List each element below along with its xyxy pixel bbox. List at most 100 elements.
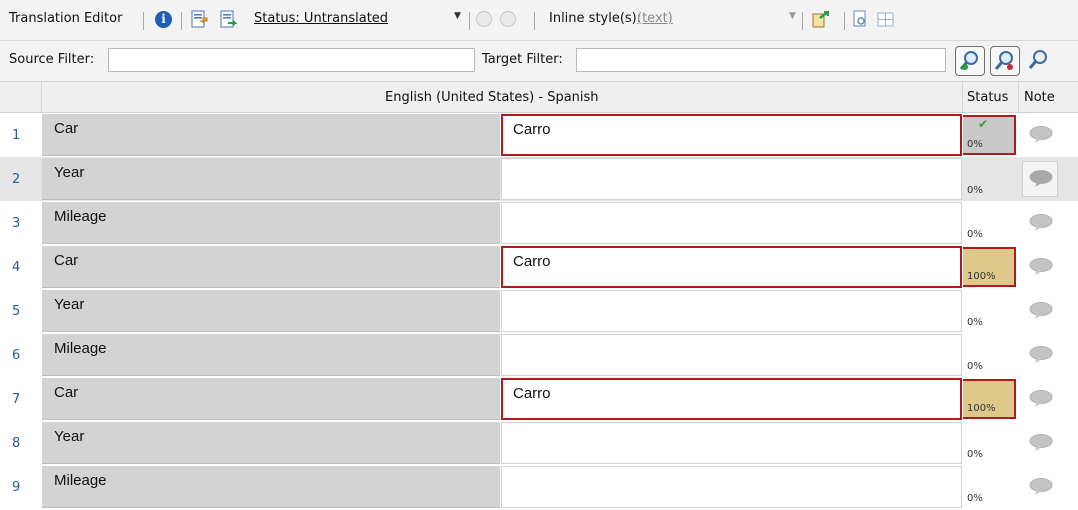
inline-styles-label: Inline style(s): [549,11,642,26]
note-bubble-icon[interactable] [1028,345,1054,365]
table-row[interactable]: 5 Year 0% [0,289,1078,333]
status-percent: 0% [967,139,983,150]
inline-styles-dropdown[interactable]: (text) [637,11,673,26]
source-cell[interactable]: Year [42,422,500,464]
source-filter-input[interactable] [108,48,475,72]
separator [844,12,845,30]
status-cell: 100% [963,379,1016,419]
source-text: Car [54,252,79,269]
search-icon[interactable] [990,46,1020,76]
target-cell[interactable] [501,466,962,508]
separator [534,12,535,30]
chevron-down-icon[interactable]: ▼ [789,11,796,21]
row-number: 3 [12,216,21,231]
separator [181,12,182,30]
source-cell[interactable]: Mileage [42,466,500,508]
grid-header: English (United States) - Spanish Status… [0,82,1078,113]
table-row[interactable]: 7 Car Carro 100% [0,377,1078,421]
status-cell: 0% [963,335,1016,375]
source-cell[interactable]: Car [42,246,500,288]
target-cell[interactable]: Carro [501,246,962,288]
table-row[interactable]: 3 Mileage 0% [0,201,1078,245]
row-number: 1 [12,128,21,143]
search-icon[interactable] [1025,46,1055,76]
note-bubble-icon[interactable] [1028,301,1054,321]
status-percent: 0% [967,361,983,372]
note-bubble-icon[interactable] [1028,213,1054,233]
target-filter-input[interactable] [576,48,946,72]
status-percent: 0% [967,449,983,460]
status-cell: 100% [963,247,1016,287]
status-cell: 0% [963,291,1016,331]
preview-icon[interactable] [852,10,869,29]
status-cell: 0% [963,203,1016,243]
row-number: 8 [12,436,21,451]
target-cell[interactable] [501,158,962,200]
note-bubble-icon[interactable] [1028,125,1054,145]
export-icon[interactable] [220,10,237,29]
toggle-left-icon[interactable] [476,11,492,27]
target-text: Carro [513,121,551,138]
status-filter-dropdown[interactable]: Status: Untranslated [254,11,388,26]
table-row[interactable]: 1 Car Carro ✔ 0% [0,113,1078,157]
status-percent: 0% [967,493,983,504]
source-filter-label: Source Filter: [9,52,95,67]
source-cell[interactable]: Year [42,290,500,332]
chevron-down-icon[interactable]: ▼ [454,11,461,21]
table-row[interactable]: 8 Year 0% [0,421,1078,465]
status-percent: 100% [967,271,996,282]
status-percent: 0% [967,229,983,240]
note-bubble-icon[interactable] [1028,169,1054,189]
status-percent: 0% [967,317,983,328]
source-cell[interactable]: Car [42,114,500,156]
insert-icon[interactable] [812,10,829,29]
target-filter-label: Target Filter: [482,52,563,67]
source-cell[interactable]: Mileage [42,202,500,244]
target-cell[interactable]: Carro [501,114,962,156]
status-cell: ✔ 0% [963,115,1016,155]
status-percent: 0% [967,185,983,196]
language-pair-header[interactable]: English (United States) - Spanish [385,90,599,105]
table-row[interactable]: 6 Mileage 0% [0,333,1078,377]
target-cell[interactable] [501,422,962,464]
status-percent: 100% [967,403,996,414]
target-cell[interactable] [501,290,962,332]
search-icon[interactable] [955,46,985,76]
target-cell[interactable]: Carro [501,378,962,420]
toolbar: Translation Editor i Status: Untranslate… [0,0,1078,41]
note-bubble-icon[interactable] [1028,477,1054,497]
source-text: Year [54,164,85,181]
note-column-header[interactable]: Note [1024,90,1055,105]
status-cell: 0% [963,467,1016,507]
source-text: Mileage [54,472,107,489]
grid-icon[interactable] [877,10,894,29]
column-divider [962,82,963,112]
note-bubble-icon[interactable] [1028,389,1054,409]
separator [802,12,803,30]
separator [143,12,144,30]
note-bubble-icon[interactable] [1028,257,1054,277]
table-row[interactable]: 9 Mileage 0% [0,465,1078,509]
row-number: 5 [12,304,21,319]
column-divider [41,82,42,112]
status-cell: 0% [963,423,1016,463]
target-text: Carro [513,253,551,270]
target-cell[interactable] [501,202,962,244]
target-text: Carro [513,385,551,402]
table-row[interactable]: 2 Year 0% [0,157,1078,201]
import-icon[interactable] [191,10,208,29]
info-icon[interactable]: i [155,11,172,28]
source-cell[interactable]: Year [42,158,500,200]
status-cell: 0% [963,159,1016,199]
status-column-header[interactable]: Status [967,90,1008,105]
source-cell[interactable]: Mileage [42,334,500,376]
source-cell[interactable]: Car [42,378,500,420]
table-row[interactable]: 4 Car Carro 100% [0,245,1078,289]
source-text: Car [54,120,79,137]
target-cell[interactable] [501,334,962,376]
editor-title: Translation Editor [9,11,123,26]
check-icon: ✔ [978,117,989,131]
toggle-right-icon[interactable] [500,11,516,27]
note-bubble-icon[interactable] [1028,433,1054,453]
row-number: 2 [12,172,21,187]
